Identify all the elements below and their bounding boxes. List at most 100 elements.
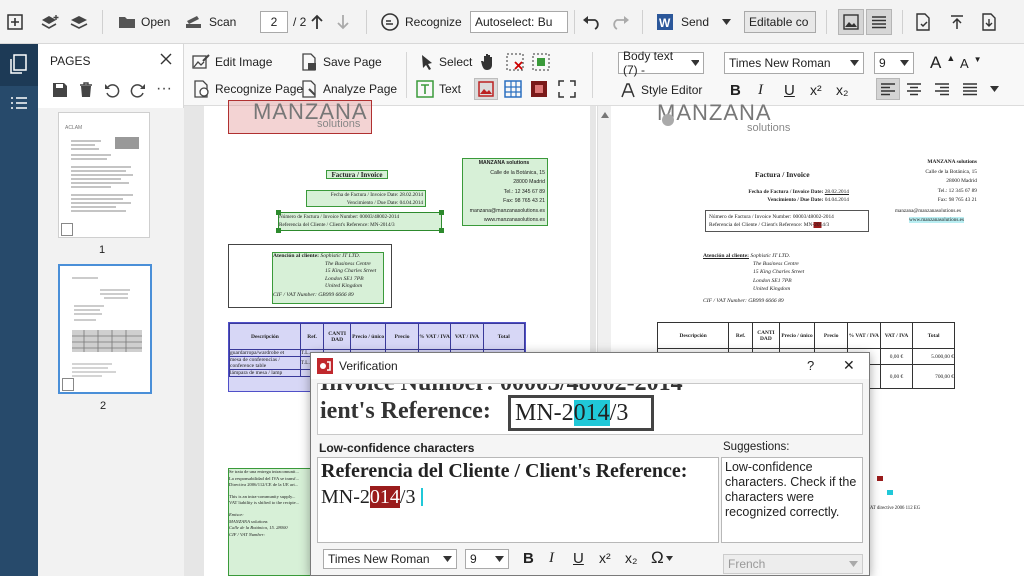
date-label: Fecha de Factura / Invoice Date: <box>330 192 399 198</box>
alignment-menu-button[interactable] <box>990 78 999 100</box>
due-line: Vencimiento / Due Date: 04.04.2014 <box>307 199 425 207</box>
save-page-icon-button[interactable] <box>52 82 68 101</box>
logo-sub: solutions <box>317 118 361 130</box>
grow-font-button[interactable]: A ▲ <box>930 52 955 74</box>
verification-text-editor[interactable]: Referencia del Cliente / Client's Refere… <box>317 457 719 543</box>
subscript-button[interactable]: x₂ <box>836 79 848 101</box>
text-attention-label: Atención al cliente: <box>703 253 749 259</box>
dialog-subscript-button[interactable]: x₂ <box>625 550 637 566</box>
resize-handle[interactable] <box>439 228 444 233</box>
close-panel-button[interactable] <box>160 53 172 68</box>
rotate-right-button[interactable] <box>130 82 146 101</box>
layers-icon <box>70 13 88 31</box>
scan-button[interactable]: Scan <box>184 9 236 35</box>
dialog-superscript-button[interactable]: x² <box>599 550 611 566</box>
style-editor-button[interactable]: Style Editor <box>620 79 702 101</box>
next-page-button[interactable] <box>336 9 350 35</box>
client-region[interactable]: Atención al cliente: Sophistic IT LTD. T… <box>272 252 384 304</box>
previous-page-button[interactable] <box>310 9 324 35</box>
verify-button[interactable] <box>914 9 932 35</box>
picture-area-icon <box>478 81 494 97</box>
align-left-button[interactable] <box>876 78 900 100</box>
dialog-close-button[interactable]: ✕ <box>843 357 855 374</box>
table-area-button[interactable] <box>504 78 522 100</box>
text-date-line: Fecha de Factura / Invoice Date: 28.02.2… <box>733 188 849 196</box>
text-area-button[interactable]: Text <box>416 78 461 100</box>
help-button[interactable]: ? <box>807 358 814 373</box>
delete-area-button[interactable] <box>506 51 524 73</box>
save-page-button[interactable]: Save Page <box>300 51 382 73</box>
text-table-header: Precio <box>814 322 849 349</box>
rotate-left-button[interactable] <box>104 82 120 101</box>
paragraph-style-dropdown[interactable]: Body text (7) - <box>618 49 704 77</box>
company-address-line: Calle de la Botánica, 15 <box>490 169 545 176</box>
order-areas-button[interactable] <box>532 51 550 73</box>
resize-handle[interactable] <box>276 210 281 215</box>
editable-copy-dropdown[interactable]: Editable co <box>744 9 816 35</box>
font-size-dropdown[interactable]: 9 <box>874 52 914 74</box>
snippet-line-2: ient's Reference: <box>320 398 491 424</box>
superscript-button[interactable]: x² <box>810 79 822 101</box>
undo-button[interactable] <box>582 9 602 35</box>
redo-icon <box>610 14 630 30</box>
align-center-button[interactable] <box>906 78 922 100</box>
text-view-button[interactable] <box>866 9 892 35</box>
recognition-area-button[interactable] <box>558 78 576 100</box>
save-document-button[interactable] <box>980 9 998 35</box>
italic-icon: I <box>758 81 763 98</box>
suggestions-box[interactable]: Low-confidence characters. Check if the … <box>721 457 863 543</box>
invoice-number-region[interactable]: Número de Factura / Invoice Number: 0000… <box>276 210 444 233</box>
picture-region-logo[interactable]: MANZANA solutions <box>228 100 372 134</box>
dates-region[interactable]: Fecha de Factura / Invoice Date: 28.02.2… <box>306 190 426 207</box>
cursor-icon <box>420 54 434 70</box>
justify-button[interactable] <box>962 78 978 100</box>
layers-button[interactable] <box>70 9 88 35</box>
new-task-button[interactable] <box>6 9 24 35</box>
recognize-label: Recognize <box>405 15 462 29</box>
image-view-button[interactable] <box>838 9 864 35</box>
export-button[interactable] <box>948 9 966 35</box>
dialog-language-dropdown[interactable]: French <box>723 554 863 574</box>
dialog-font-dropdown[interactable]: Times New Roman <box>323 549 457 569</box>
select-tool-button[interactable]: Select <box>420 51 472 73</box>
edit-image-button[interactable]: Edit Image <box>192 51 272 73</box>
company-name: MANZANA solutions <box>478 160 530 166</box>
picture-area-button[interactable] <box>474 78 498 100</box>
dialog-size-dropdown[interactable]: 9 <box>465 549 509 569</box>
underline-button[interactable]: U <box>784 79 795 101</box>
dialog-bold-button[interactable]: B <box>523 550 534 567</box>
dialog-symbol-button[interactable]: Ω <box>651 548 673 568</box>
dialog-underline-button[interactable]: U <box>573 550 584 567</box>
align-right-button[interactable] <box>934 78 950 100</box>
font-family-value: Times New Roman <box>729 56 831 70</box>
bold-button[interactable]: B <box>730 79 741 101</box>
shrink-font-button[interactable]: A ▼ <box>960 52 982 74</box>
autoselect-dropdown[interactable]: Autoselect: Bu <box>470 9 568 35</box>
structure-list-button[interactable] <box>10 96 28 113</box>
analyze-page-button[interactable]: Analyze Page <box>300 78 397 100</box>
font-family-dropdown[interactable]: Times New Roman <box>724 52 864 74</box>
background-picture-button[interactable] <box>530 78 548 100</box>
resize-handle[interactable] <box>439 210 444 215</box>
redo-button[interactable] <box>610 9 630 35</box>
company-address-region[interactable]: MANZANA solutions Calle de la Botánica, … <box>462 158 548 226</box>
layers-add-button[interactable] <box>40 9 60 35</box>
page-thumbnail-1[interactable]: ACLAM <box>58 112 150 238</box>
dialog-italic-button[interactable]: I <box>549 550 554 567</box>
recognize-button[interactable]: Recognize <box>380 9 462 35</box>
recognize-page-button[interactable]: Recognize Page <box>192 78 303 100</box>
left-rail <box>0 44 38 576</box>
send-button[interactable]: W Send <box>656 9 732 35</box>
text-due-value: 04.04.2014 <box>824 197 849 203</box>
resize-handle[interactable] <box>276 228 281 233</box>
open-button[interactable]: Open <box>118 9 170 35</box>
page-number-input[interactable]: 2 <box>260 11 288 33</box>
italic-button[interactable]: I <box>758 79 763 101</box>
text-date-label: Fecha de Factura / Invoice Date: <box>748 189 824 195</box>
hand-tool-button[interactable] <box>480 51 496 73</box>
more-options-button[interactable]: ··· <box>156 81 172 97</box>
text-address-line: Tel.: 12 345 67 89 <box>937 187 977 194</box>
page-thumbnail-2[interactable] <box>58 264 152 394</box>
delete-page-button[interactable] <box>79 82 93 101</box>
invoice-title-region[interactable]: Factura / Invoice <box>326 170 388 179</box>
